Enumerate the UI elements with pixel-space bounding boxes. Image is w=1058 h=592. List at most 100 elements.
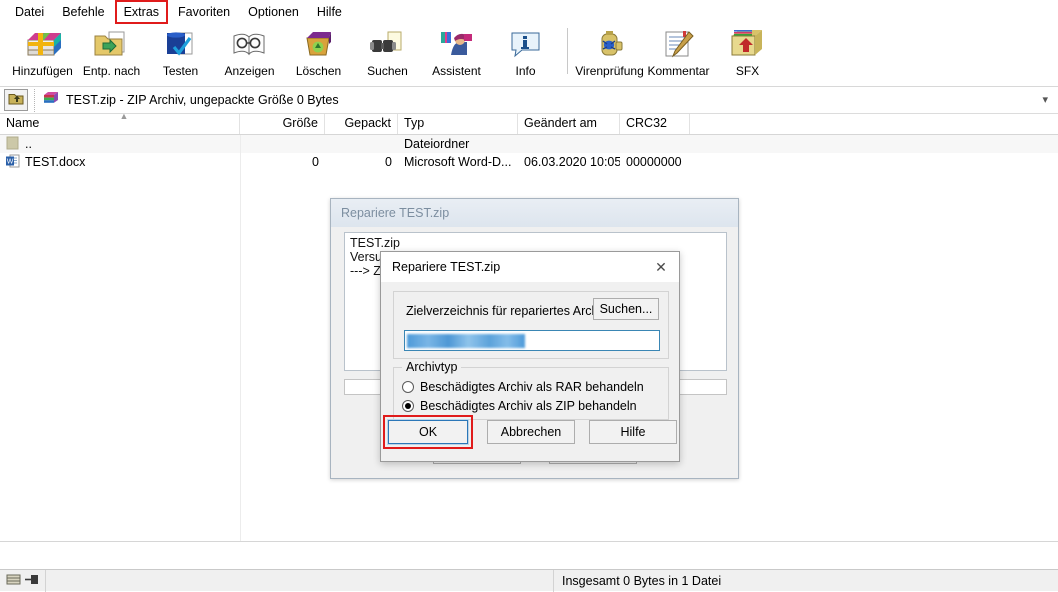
pane-divider[interactable] bbox=[240, 135, 241, 542]
toolbar-button-sfx[interactable]: SFX bbox=[713, 24, 782, 78]
toolbar-label: Assistent bbox=[432, 64, 481, 78]
redacted-path-value bbox=[407, 333, 525, 348]
toolbar-button-suchen[interactable]: Suchen bbox=[353, 24, 422, 78]
info-icon bbox=[506, 27, 546, 63]
ok-button[interactable]: OK bbox=[387, 419, 469, 445]
word-document-icon: W bbox=[6, 154, 20, 171]
cell-type: Microsoft Word-D... bbox=[404, 155, 512, 169]
selection-icon bbox=[24, 573, 39, 589]
background-dialog-title: Repariere TEST.zip bbox=[341, 206, 450, 220]
archive-type-legend: Archivtyp bbox=[402, 360, 462, 374]
folder-up-icon bbox=[6, 136, 20, 153]
view-icon bbox=[230, 27, 270, 63]
log-line: TEST.zip bbox=[350, 236, 401, 250]
sfx-icon bbox=[728, 27, 768, 63]
menu-item-optionen[interactable]: Optionen bbox=[239, 1, 308, 23]
radio-treat-as-rar[interactable]: Beschädigtes Archiv als RAR behandeln bbox=[402, 380, 644, 394]
column-header-geaendert[interactable]: Geändert am bbox=[518, 114, 620, 134]
chevron-down-icon[interactable]: ▾ bbox=[1042, 93, 1048, 106]
menu-item-hilfe[interactable]: Hilfe bbox=[308, 1, 351, 23]
column-header-crc32[interactable]: CRC32 bbox=[620, 114, 690, 134]
toolbar-button-hinzufuegen[interactable]: Hinzufügen bbox=[8, 24, 77, 78]
toolbar-label: Virenprüfung bbox=[575, 64, 644, 78]
table-row[interactable]: .. Dateiordner bbox=[0, 135, 1058, 153]
radio-label: Beschädigtes Archiv als ZIP behandeln bbox=[420, 399, 637, 413]
toolbar-label: Suchen bbox=[367, 64, 408, 78]
up-folder-icon bbox=[8, 91, 24, 109]
toolbar-label: Löschen bbox=[295, 64, 342, 78]
background-dialog-titlebar: Repariere TEST.zip bbox=[331, 199, 738, 227]
toolbar-button-info[interactable]: Info bbox=[491, 24, 560, 78]
virus-scan-icon bbox=[590, 27, 630, 63]
target-directory-group: Zielverzeichnis für repariertes Archiv S… bbox=[393, 291, 669, 359]
toolbar-button-anzeigen[interactable]: Anzeigen bbox=[215, 24, 284, 78]
table-row[interactable]: W TEST.docx 0 0 Microsoft Word-D... 06.0… bbox=[0, 153, 1058, 171]
toolbar-label: Anzeigen bbox=[224, 64, 275, 78]
cell-type: Dateiordner bbox=[404, 137, 470, 151]
status-bar: Insgesamt 0 Bytes in 1 Datei bbox=[0, 569, 1058, 592]
toolbar-label: Info bbox=[515, 64, 536, 78]
help-button[interactable]: Hilfe bbox=[589, 420, 677, 444]
toolbar: Hinzufügen Entp. nach Testen Anzeigen Lö… bbox=[0, 24, 1058, 87]
menu-item-datei[interactable]: Datei bbox=[6, 1, 53, 23]
cell-crc32: 00000000 bbox=[626, 155, 682, 169]
menu-item-extras[interactable]: Extras bbox=[114, 0, 169, 24]
extract-to-icon bbox=[92, 27, 132, 63]
file-list-header: Name ▲ Größe Gepackt Typ Geändert am CRC… bbox=[0, 114, 1058, 135]
target-directory-label: Zielverzeichnis für repariertes Archiv bbox=[406, 304, 608, 318]
toolbar-button-kommentar[interactable]: Kommentar bbox=[644, 24, 713, 78]
column-header-typ[interactable]: Typ bbox=[398, 114, 518, 134]
cell-name-text: TEST.docx bbox=[25, 155, 86, 169]
cell-packed: 0 bbox=[385, 155, 392, 169]
test-icon bbox=[161, 27, 201, 63]
column-header-gepackt[interactable]: Gepackt bbox=[325, 114, 398, 134]
toolbar-button-loeschen[interactable]: Löschen bbox=[284, 24, 353, 78]
archive-icon bbox=[43, 91, 59, 109]
radio-label: Beschädigtes Archiv als RAR behandeln bbox=[420, 380, 644, 394]
toolbar-button-entp-nach[interactable]: Entp. nach bbox=[77, 24, 146, 78]
column-header-groesse[interactable]: Größe bbox=[240, 114, 325, 134]
cell-name: .. bbox=[0, 136, 240, 153]
radio-button-unselected-icon bbox=[402, 381, 414, 393]
sort-ascending-icon: ▲ bbox=[119, 114, 129, 121]
delete-icon bbox=[299, 27, 339, 63]
up-folder-button[interactable] bbox=[4, 89, 28, 111]
modal-title: Repariere TEST.zip bbox=[392, 260, 501, 274]
menu-item-favoriten[interactable]: Favoriten bbox=[169, 1, 239, 23]
cell-name-text: .. bbox=[25, 137, 32, 151]
toolbar-label: Testen bbox=[162, 64, 199, 78]
find-icon bbox=[368, 27, 408, 63]
ok-button-highlight: OK bbox=[383, 415, 473, 449]
toolbar-label: Hinzufügen bbox=[12, 64, 73, 78]
menu-bar: Datei Befehle Extras Favoriten Optionen … bbox=[0, 0, 1058, 24]
svg-text:W: W bbox=[7, 158, 14, 165]
toolbar-label: Entp. nach bbox=[82, 64, 141, 78]
browse-button[interactable]: Suchen... bbox=[593, 298, 659, 320]
cell-name: W TEST.docx bbox=[0, 154, 240, 171]
modal-dialog-buttons: OK Abbrechen Hilfe bbox=[381, 415, 679, 449]
toolbar-button-testen[interactable]: Testen bbox=[146, 24, 215, 78]
toolbar-label: SFX bbox=[735, 64, 760, 78]
radio-treat-as-zip[interactable]: Beschädigtes Archiv als ZIP behandeln bbox=[402, 399, 637, 413]
add-archive-icon bbox=[23, 27, 63, 63]
comment-icon bbox=[659, 27, 699, 63]
address-bar: TEST.zip - ZIP Archiv, ungepackte Größe … bbox=[0, 87, 1058, 114]
status-icons bbox=[0, 573, 45, 589]
archive-path-label: TEST.zip - ZIP Archiv, ungepackte Größe … bbox=[66, 93, 339, 107]
wizard-icon bbox=[437, 27, 477, 63]
toolbar-button-virenpruefung[interactable]: Virenprüfung bbox=[575, 24, 644, 78]
menu-item-befehle[interactable]: Befehle bbox=[53, 1, 113, 23]
toolbar-button-assistent[interactable]: Assistent bbox=[422, 24, 491, 78]
list-bottom-border bbox=[0, 541, 1058, 542]
archive-icon bbox=[6, 573, 21, 589]
target-directory-input[interactable] bbox=[404, 330, 660, 351]
cell-modified: 06.03.2020 10:05 bbox=[524, 155, 620, 169]
repair-settings-dialog[interactable]: Repariere TEST.zip ✕ Zielverzeichnis für… bbox=[380, 251, 680, 462]
close-icon[interactable]: ✕ bbox=[643, 253, 679, 282]
cancel-button[interactable]: Abbrechen bbox=[487, 420, 575, 444]
archive-type-group: Archivtyp Beschädigtes Archiv als RAR be… bbox=[393, 360, 669, 420]
column-label: Name bbox=[6, 116, 40, 130]
column-header-name[interactable]: Name ▲ bbox=[0, 114, 240, 134]
archive-path-field[interactable]: TEST.zip - ZIP Archiv, ungepackte Größe … bbox=[34, 88, 1054, 112]
cell-size: 0 bbox=[312, 155, 319, 169]
